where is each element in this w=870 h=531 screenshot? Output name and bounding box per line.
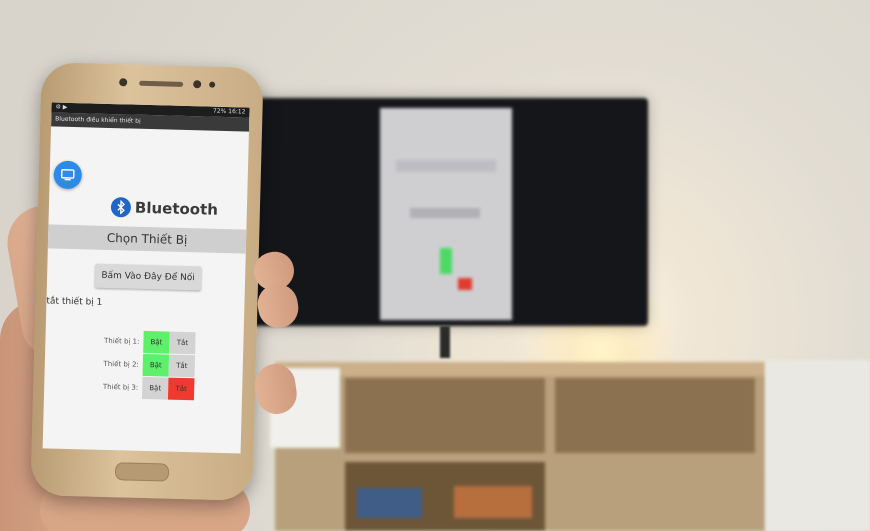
bluetooth-logo-text: Bluetooth bbox=[134, 198, 219, 219]
device-row: Thiết bị 3: Bật Tắt bbox=[88, 376, 239, 402]
connect-button[interactable]: Bấm Vào Đây Để Nối bbox=[94, 263, 202, 291]
bluetooth-logo: Bluetooth bbox=[110, 196, 219, 221]
device-row: Thiết bị 1: Bật Tắt bbox=[89, 330, 240, 356]
photo-scene: ⚙ ▶ 72% 16:12 Bluetooth điều khiển thiết… bbox=[0, 0, 870, 531]
app-title: Bluetooth điều khiển thiết bị bbox=[55, 115, 141, 125]
console-shelf bbox=[345, 378, 545, 453]
console-drawer bbox=[555, 378, 755, 453]
white-cabinet-right bbox=[766, 360, 870, 531]
cast-button[interactable] bbox=[53, 160, 83, 190]
section-title: Chọn Thiết Bị bbox=[47, 224, 247, 254]
phone: ⚙ ▶ 72% 16:12 Bluetooth điều khiển thiết… bbox=[30, 62, 264, 501]
device-1-off-button[interactable]: Tắt bbox=[169, 331, 196, 355]
sensor-icon bbox=[193, 80, 202, 89]
tv-screen-green bbox=[440, 248, 452, 274]
home-button[interactable] bbox=[114, 462, 170, 482]
status-message: tắt thiết bị 1 bbox=[46, 296, 103, 308]
tv-screen-red bbox=[458, 278, 472, 290]
books bbox=[357, 488, 422, 518]
status-bar-left: ⚙ ▶ bbox=[55, 103, 68, 111]
console-top bbox=[275, 362, 765, 376]
earpiece-speaker bbox=[139, 80, 184, 87]
tv bbox=[252, 98, 648, 326]
device-row: Thiết bị 2: Bật Tắt bbox=[89, 353, 240, 379]
tv-mirrored-screen bbox=[380, 108, 512, 320]
tv-stand bbox=[440, 326, 450, 358]
front-camera-icon bbox=[119, 78, 128, 87]
device-label: Thiết bị 1: bbox=[103, 336, 140, 346]
tv-screen-bar bbox=[396, 160, 496, 172]
cast-icon bbox=[61, 169, 75, 181]
phone-screen: ⚙ ▶ 72% 16:12 Bluetooth điều khiển thiết… bbox=[42, 102, 250, 454]
bluetooth-icon bbox=[110, 197, 132, 218]
device-3-on-button[interactable]: Bật bbox=[141, 376, 169, 400]
device-label: Thiết bị 3: bbox=[102, 382, 139, 392]
device-label: Thiết bị 2: bbox=[103, 359, 139, 369]
device-2-off-button[interactable]: Tắt bbox=[168, 354, 196, 378]
device-1-on-button[interactable]: Bật bbox=[143, 330, 170, 354]
books-orange bbox=[454, 486, 532, 518]
tv-screen-button bbox=[410, 208, 480, 218]
device-3-off-button[interactable]: Tắt bbox=[167, 377, 195, 401]
device-2-on-button[interactable]: Bật bbox=[142, 353, 170, 377]
sensor-icon bbox=[209, 81, 216, 88]
